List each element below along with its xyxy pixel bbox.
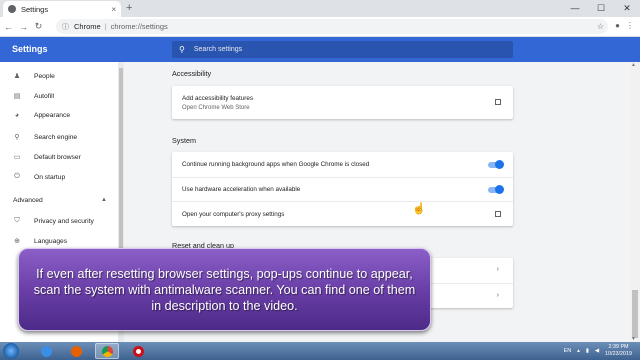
reload-button[interactable]: ↻: [32, 21, 45, 32]
hand-cursor-icon: ☝: [412, 203, 426, 215]
section-title-system: System: [172, 136, 196, 145]
main-scrollbar-thumb[interactable]: [632, 290, 638, 338]
accessibility-card: Add accessibility features Open Chrome W…: [172, 86, 513, 119]
browser-icon: ▭: [13, 154, 21, 161]
sidebar-item-label: On startup: [34, 173, 66, 181]
sidebar-item-default-browser[interactable]: ▭ Default browser: [13, 153, 81, 162]
tab-settings[interactable]: Settings ×: [3, 1, 121, 17]
maximize-button[interactable]: ☐: [588, 0, 614, 17]
clock[interactable]: 2:39 PM 10/23/2019: [605, 344, 632, 358]
external-link-icon[interactable]: [495, 99, 501, 105]
accessibility-row[interactable]: Add accessibility features Open Chrome W…: [172, 86, 513, 119]
clock-time: 2:39 PM: [608, 344, 629, 350]
row-sublabel: Open Chrome Web Store: [182, 105, 250, 111]
taskbar: EN ▴ ▮ ◀ 2:39 PM 10/23/2019: [0, 342, 640, 360]
section-title-accessibility: Accessibility: [172, 69, 212, 78]
address-url: chrome://settings: [110, 22, 168, 31]
sidebar-item-label: Privacy and security: [34, 217, 94, 225]
volume-icon[interactable]: ◀: [595, 348, 599, 354]
sidebar-item-on-startup[interactable]: ⏻ On startup: [13, 173, 65, 181]
sidebar-item-label: Languages: [34, 237, 68, 245]
search-icon: ⚲: [179, 45, 185, 54]
forward-button[interactable]: →: [17, 22, 30, 32]
external-link-icon[interactable]: [495, 211, 501, 217]
row-label: Open your computer's proxy settings: [182, 211, 285, 218]
settings-header: Settings ⚲ Search settings: [0, 37, 640, 62]
new-tab-button[interactable]: +: [126, 2, 132, 14]
globe-icon: ⊕: [14, 238, 20, 245]
sidebar-item-search-engine[interactable]: ⚲ Search engine: [13, 133, 78, 142]
sidebar-item-label: Appearance: [34, 112, 71, 119]
start-button[interactable]: [3, 343, 19, 359]
firefox-icon[interactable]: [64, 343, 88, 359]
row-label: Continue running background apps when Go…: [182, 161, 370, 168]
browser-toolbar: ← → ↻ ⓘ Chrome | chrome://settings ☆ ● ⋮: [0, 17, 640, 37]
opera-icon[interactable]: [126, 343, 150, 359]
system-row-background-apps[interactable]: Continue running background apps when Go…: [172, 152, 513, 177]
system-tray: EN ▴ ▮ ◀ 2:39 PM 10/23/2019: [564, 343, 632, 359]
minimize-button[interactable]: —: [562, 0, 588, 17]
sidebar-item-people[interactable]: ♟ People: [13, 72, 55, 81]
chevron-up-icon: ▲: [101, 197, 107, 203]
close-window-button[interactable]: ✕: [614, 0, 640, 17]
back-button[interactable]: ←: [2, 22, 15, 32]
search-icon: ⚲: [14, 134, 20, 141]
sidebar-item-label: Search engine: [34, 133, 78, 141]
system-card: Continue running background apps when Go…: [172, 152, 513, 226]
sidebar-item-label: Default browser: [34, 153, 81, 161]
caption-text: If even after resetting browser settings…: [33, 266, 416, 313]
power-icon: ⏻: [14, 173, 20, 180]
clipboard-icon: ▤: [13, 93, 21, 100]
tray-arrow-icon[interactable]: ▴: [577, 348, 580, 354]
tab-close-icon[interactable]: ×: [111, 5, 116, 14]
row-label: Add accessibility features: [182, 95, 254, 102]
toolbar-right-icons: ● ⋮: [615, 21, 634, 30]
sidebar-item-languages[interactable]: ⊕ Languages: [13, 237, 68, 246]
background-apps-toggle[interactable]: [488, 160, 504, 169]
sidebar-item-label: People: [34, 72, 55, 80]
system-row-hardware-acceleration[interactable]: Use hardware acceleration when available: [172, 177, 513, 201]
sidebar-item-autofill[interactable]: ▤ Autofill: [13, 92, 55, 101]
hardware-acceleration-toggle[interactable]: [488, 185, 504, 194]
settings-gear-icon: [8, 5, 16, 13]
chevron-right-icon: ›: [496, 266, 499, 273]
sidebar-item-privacy[interactable]: ⛉ Privacy and security: [13, 217, 94, 225]
window-controls: — ☐ ✕: [562, 0, 640, 17]
account-icon[interactable]: ●: [615, 21, 620, 30]
row-label: Use hardware acceleration when available: [182, 186, 301, 193]
sidebar-item-appearance[interactable]: ◕ Appearance: [13, 112, 70, 119]
person-icon: ♟: [13, 73, 21, 80]
caption-overlay: If even after resetting browser settings…: [18, 248, 431, 331]
sidebar-item-label: Autofill: [34, 92, 55, 100]
shield-icon: ⛉: [14, 217, 20, 224]
address-bar[interactable]: ⓘ Chrome | chrome://settings ☆: [56, 19, 608, 34]
tab-title: Settings: [21, 4, 49, 14]
address-site: Chrome: [74, 22, 101, 31]
info-icon[interactable]: ⓘ: [62, 22, 69, 32]
chrome-icon[interactable]: [95, 343, 119, 359]
system-row-proxy-settings[interactable]: Open your computer's proxy settings: [172, 201, 513, 226]
page-title: Settings: [12, 44, 48, 54]
search-input[interactable]: ⚲ Search settings: [172, 41, 513, 58]
scroll-up-arrow-icon[interactable]: ▲: [631, 62, 636, 68]
address-separator: |: [104, 22, 107, 31]
search-placeholder: Search settings: [193, 46, 243, 53]
sidebar-advanced-label: Advanced: [13, 197, 43, 204]
sidebar-advanced[interactable]: Advanced ▲: [13, 197, 107, 204]
language-indicator[interactable]: EN: [564, 348, 572, 354]
title-bar: Settings × + — ☐ ✕: [0, 0, 640, 17]
network-icon[interactable]: ▮: [586, 348, 589, 354]
palette-icon: ◕: [14, 112, 20, 119]
internet-explorer-icon[interactable]: [34, 343, 58, 359]
menu-icon[interactable]: ⋮: [626, 21, 634, 30]
clock-date: 10/23/2019: [605, 351, 632, 357]
star-icon[interactable]: ☆: [597, 22, 604, 31]
main-scrollbar[interactable]: ▲ ▼: [630, 62, 640, 342]
chevron-right-icon: ›: [496, 292, 499, 299]
